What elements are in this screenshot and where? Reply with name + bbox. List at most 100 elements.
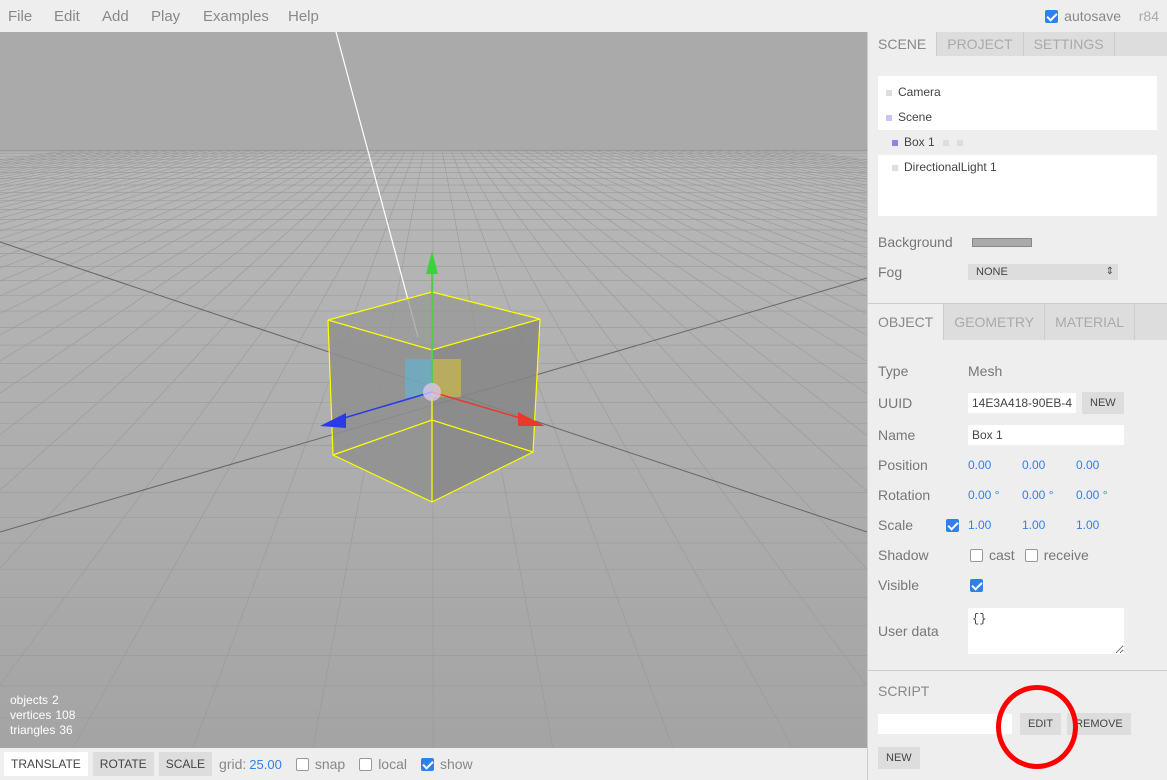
tab-geometry[interactable]: GEOMETRY xyxy=(944,304,1046,340)
position-z-input[interactable]: 0.00 xyxy=(1076,458,1130,472)
scale-label: Scale xyxy=(878,517,914,533)
outliner-label: Camera xyxy=(898,85,941,99)
outliner-item-box[interactable]: Box 1 xyxy=(878,130,1157,155)
object-panel: Type Mesh UUID 14E3A418-90EB-4 NEW Name … xyxy=(868,340,1167,668)
rotation-x-input[interactable]: 0.00 ° xyxy=(968,488,1022,502)
objects-label: objects xyxy=(10,693,49,707)
show-checkbox[interactable] xyxy=(420,757,434,771)
vertices-label: vertices xyxy=(10,708,52,722)
cast-label: cast xyxy=(989,547,1015,563)
gizmo-center xyxy=(423,383,441,401)
name-input[interactable]: Box 1 xyxy=(968,425,1124,445)
grid-label: grid: xyxy=(219,756,247,772)
vertices-count: 108 xyxy=(55,708,76,722)
snap-toggle[interactable]: snap xyxy=(295,756,345,772)
shadow-label: Shadow xyxy=(878,547,929,563)
receive-shadow-toggle[interactable]: receive xyxy=(1024,547,1089,563)
rotation-label: Rotation xyxy=(878,487,931,503)
visible-checkbox[interactable] xyxy=(970,578,983,592)
position-y-input[interactable]: 0.00 xyxy=(1022,458,1076,472)
tab-project[interactable]: PROJECT xyxy=(937,32,1024,56)
menu-play[interactable]: Play xyxy=(151,8,180,25)
outliner-item-camera[interactable]: Camera xyxy=(878,80,1157,105)
script-edit-button[interactable]: EDIT xyxy=(1020,713,1062,735)
camera-icon xyxy=(886,89,892,96)
background-color-picker[interactable] xyxy=(972,237,1032,247)
menu-add[interactable]: Add xyxy=(102,8,129,25)
scene-icon xyxy=(886,114,892,121)
uuid-input[interactable]: 14E3A418-90EB-4 xyxy=(968,393,1076,413)
fog-select[interactable]: NONE xyxy=(968,264,1118,280)
rotation-y-input[interactable]: 0.00 ° xyxy=(1022,488,1076,502)
menu-file[interactable]: File xyxy=(8,8,32,25)
receive-label: receive xyxy=(1043,547,1089,563)
position-label: Position xyxy=(878,457,928,473)
position-x-input[interactable]: 0.00 xyxy=(968,458,1022,472)
snap-checkbox[interactable] xyxy=(295,757,309,771)
uuid-label: UUID xyxy=(878,395,913,411)
script-name-input[interactable] xyxy=(878,714,1012,734)
tab-scene[interactable]: SCENE xyxy=(868,32,938,56)
script-remove-button[interactable]: REMOVE xyxy=(1067,713,1131,735)
scene-tabs: SCENE PROJECT SETTINGS xyxy=(868,32,1167,56)
geometry-icon xyxy=(942,139,949,146)
tab-material[interactable]: MATERIAL xyxy=(1045,304,1136,340)
local-label: local xyxy=(378,756,407,772)
toolbar: TRANSLATE ROTATE SCALE grid: 25.00 snap … xyxy=(0,748,867,780)
objects-count: 2 xyxy=(52,693,59,707)
scale-z-input[interactable]: 1.00 xyxy=(1076,518,1130,532)
menubar: File Edit Add Play Examples Help autosav… xyxy=(0,0,1167,32)
receive-checkbox[interactable] xyxy=(1024,548,1038,562)
autosave-label: autosave xyxy=(1064,8,1121,24)
cast-checkbox[interactable] xyxy=(970,548,983,562)
revision-label: r84 xyxy=(1138,8,1159,24)
show-label: show xyxy=(439,756,473,772)
script-section: SCRIPT EDIT REMOVE NEW xyxy=(868,670,1167,780)
local-toggle[interactable]: local xyxy=(359,756,407,772)
mesh-icon xyxy=(892,139,898,146)
outliner-item-scene[interactable]: Scene xyxy=(878,105,1157,130)
outliner-item-light[interactable]: DirectionalLight 1 xyxy=(878,155,1157,180)
userdata-textarea[interactable]: {} xyxy=(968,608,1124,654)
type-value: Mesh xyxy=(968,363,1003,379)
triangles-label: triangles xyxy=(10,723,56,737)
scale-x-input[interactable]: 1.00 xyxy=(968,518,1022,532)
local-checkbox[interactable] xyxy=(359,757,373,771)
menu-help[interactable]: Help xyxy=(288,8,319,25)
scene-panel: Camera Scene Box 1 DirectionalLight 1 Ba… xyxy=(868,56,1167,297)
background-label: Background xyxy=(878,234,953,250)
scale-y-input[interactable]: 1.00 xyxy=(1022,518,1076,532)
triangles-count: 36 xyxy=(59,723,73,737)
type-label: Type xyxy=(878,363,909,379)
light-icon xyxy=(892,164,898,171)
cast-shadow-toggle[interactable]: cast xyxy=(970,547,1015,563)
userdata-label: User data xyxy=(878,623,939,639)
sidebar: SCENE PROJECT SETTINGS Camera Scene Box … xyxy=(867,32,1167,780)
menu-examples[interactable]: Examples xyxy=(203,8,269,25)
scale-lock-checkbox[interactable] xyxy=(946,518,959,532)
translate-button[interactable]: TRANSLATE xyxy=(4,752,88,776)
object-section: OBJECT GEOMETRY MATERIAL Type Mesh UUID … xyxy=(868,303,1167,668)
name-label: Name xyxy=(878,427,916,443)
rotate-button[interactable]: ROTATE xyxy=(92,752,154,776)
outliner-label: Box 1 xyxy=(904,135,935,149)
material-icon xyxy=(956,139,963,146)
rotation-z-input[interactable]: 0.00 ° xyxy=(1076,488,1130,502)
uuid-new-button[interactable]: NEW xyxy=(1082,392,1124,414)
outliner-label: Scene xyxy=(898,110,933,124)
autosave-toggle[interactable]: autosave xyxy=(1045,8,1121,24)
menu-edit[interactable]: Edit xyxy=(54,8,80,25)
tab-settings[interactable]: SETTINGS xyxy=(1024,32,1115,56)
scale-button[interactable]: SCALE xyxy=(158,752,213,776)
show-grid-toggle[interactable]: show xyxy=(420,756,473,772)
grid-size-input[interactable]: 25.00 xyxy=(249,757,282,772)
script-new-button[interactable]: NEW xyxy=(878,747,920,769)
tab-object[interactable]: OBJECT xyxy=(868,304,945,340)
outliner-label: DirectionalLight 1 xyxy=(904,160,997,174)
outliner[interactable]: Camera Scene Box 1 DirectionalLight 1 xyxy=(878,76,1157,216)
viewport-info: objects 2 vertices 108 triangles 36 xyxy=(10,693,75,738)
scene-canvas[interactable] xyxy=(0,32,867,748)
autosave-checkbox[interactable] xyxy=(1045,9,1059,23)
viewport[interactable]: objects 2 vertices 108 triangles 36 xyxy=(0,32,867,748)
visible-label: Visible xyxy=(878,577,919,593)
